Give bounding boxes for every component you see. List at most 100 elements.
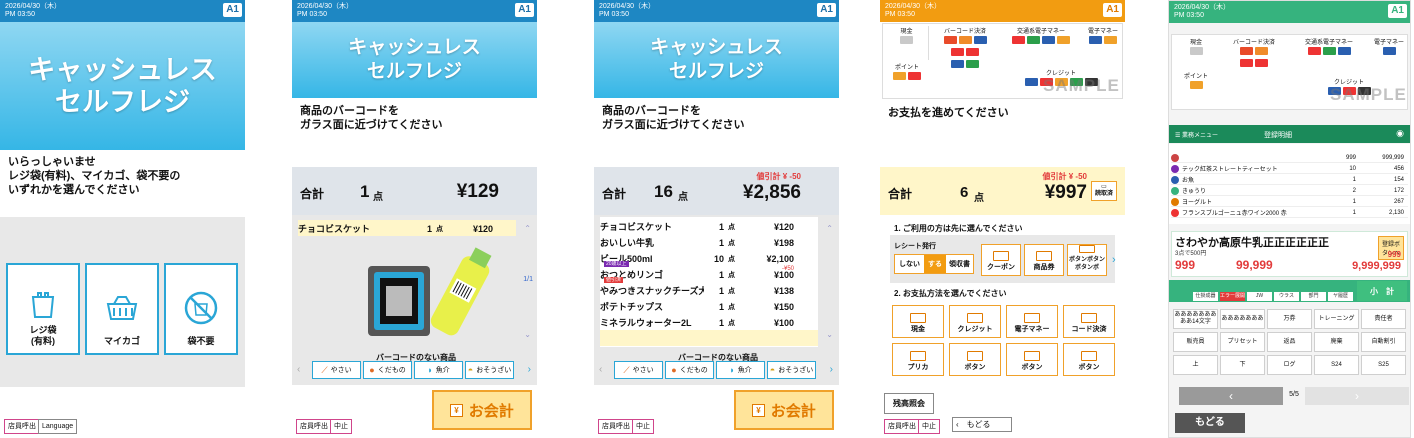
item-badge: 20歳以上 [604, 261, 629, 267]
function-key[interactable]: S25 [1361, 355, 1406, 375]
scan-instruction: 商品のバーコードを ガラス面に近づけてください [602, 105, 745, 131]
function-key[interactable]: 返品 [1267, 332, 1312, 352]
payment-method-button[interactable]: クレジット [949, 305, 1001, 338]
table-row[interactable]: テック紅茶ストレートティーセット 10 456 [1171, 164, 1408, 174]
category-vegetable[interactable]: ⟋ やさい [614, 361, 663, 379]
back-button[interactable]: もどる [1175, 413, 1245, 433]
payment-method-button[interactable]: コード決済 [1063, 305, 1115, 338]
logo-point: ポイント [885, 62, 929, 83]
staff-call-button[interactable]: 店員呼出 [884, 419, 920, 434]
function-key[interactable]: あああああああああ14文字 [1173, 309, 1218, 329]
cancel-button[interactable]: 中止 [330, 419, 352, 434]
table-row[interactable]: お魚 1 154 [1171, 175, 1408, 185]
category-deli[interactable]: ◓ おそうざい [465, 361, 514, 379]
function-tab[interactable]: ヤ履歴 [1328, 292, 1353, 301]
app-title: キャッシュレス セルフレジ [292, 22, 537, 98]
category-deli[interactable]: ◓ おそうざい [767, 361, 816, 379]
sum-d: 999 [1387, 250, 1401, 259]
table-row[interactable]: フランスブルゴーニュ赤ワイン2000 赤 1 2,130 [1171, 208, 1408, 218]
language-button[interactable]: Language [38, 419, 78, 434]
receipt-ryoshu[interactable]: 領収書 [946, 255, 973, 273]
receipt-no[interactable]: しない [895, 255, 924, 273]
row-icon [1171, 186, 1179, 195]
function-key[interactable]: 廃棄 [1314, 332, 1359, 352]
payment-method-icon [967, 351, 983, 361]
custom-button[interactable]: ボタンボタンボタンボ [1067, 244, 1107, 276]
function-key[interactable]: ログ [1267, 355, 1312, 375]
function-key[interactable]: 責任者 [1361, 309, 1406, 329]
staff-call-button[interactable]: 店員呼出 [598, 419, 634, 434]
payment-method-button[interactable]: プリカ [892, 343, 944, 376]
receipt-yes[interactable]: する [924, 255, 946, 273]
cat-next-icon[interactable]: › [830, 364, 833, 375]
payment-method-button[interactable]: ボタン [949, 343, 1001, 376]
register-header: ☰ 業務メニュー 登録明細 ◉ [1169, 125, 1410, 143]
balance-inquiry-button[interactable]: 残高照会 [884, 393, 934, 414]
no-bag-button[interactable]: 袋不要 [164, 263, 238, 355]
table-row[interactable]: ヨーグルト 1 267 [1171, 197, 1408, 207]
function-tab[interactable]: 部門 [1301, 292, 1326, 301]
function-key[interactable]: プリセット [1220, 332, 1265, 352]
scroll-down-icon[interactable]: ⌄ [826, 330, 833, 339]
total-label: 合計 [888, 187, 913, 201]
function-key[interactable]: S24 [1314, 355, 1359, 375]
back-arrow-icon: ‹ [956, 420, 959, 429]
checkout-button[interactable]: ¥ お会計 [734, 390, 834, 430]
function-key[interactable]: 万券 [1267, 309, 1312, 329]
page-next-button[interactable]: › [1305, 387, 1409, 405]
my-basket-button[interactable]: マイカゴ [85, 263, 159, 355]
function-tab[interactable]: ウラス [1274, 292, 1299, 301]
row-icon [1171, 153, 1179, 162]
staff-call-button[interactable]: 店員呼出 [296, 419, 332, 434]
cat-prev-icon[interactable]: ‹ [599, 364, 602, 375]
scroll-up-icon[interactable]: ⌃ [826, 224, 833, 233]
function-key[interactable]: 上 [1173, 355, 1218, 375]
receipt-toggle[interactable]: しない する 領収書 [894, 254, 974, 274]
function-tab[interactable]: エラー展開 [1220, 292, 1245, 301]
category-fruit[interactable]: ● くだもの [363, 361, 412, 379]
total-label: 合計 [602, 187, 627, 201]
table-row[interactable]: 999 999,999 [1171, 153, 1408, 163]
payment-method-button[interactable]: ボタン [1006, 343, 1058, 376]
plastic-bag-button[interactable]: レジ袋 (有料) [6, 263, 80, 355]
category-seafood[interactable]: ◗ 魚介 [716, 361, 765, 379]
function-key[interactable]: 販売員 [1173, 332, 1218, 352]
yen-icon: ¥ [752, 403, 765, 417]
cat-prev-icon[interactable]: ‹ [297, 364, 300, 375]
checkout-button[interactable]: ¥ お会計 [432, 390, 532, 430]
function-tab[interactable]: JW [1247, 292, 1272, 301]
subtotal-button[interactable]: 小 計 [1357, 281, 1407, 301]
payment-method-button[interactable]: 現金 [892, 305, 944, 338]
table-row[interactable]: きゅうり 2 172 [1171, 186, 1408, 196]
row-qty: 1 [1352, 176, 1356, 183]
total-bar: 合計 16 点 値引計 ¥ -50 ¥2,856 [594, 167, 839, 215]
voucher-button[interactable]: 商品券 [1024, 244, 1064, 276]
category-fruit[interactable]: ● くだもの [665, 361, 714, 379]
payment-method-button[interactable]: 電子マネー [1006, 305, 1058, 338]
item-price: ¥138 [773, 285, 794, 296]
function-key[interactable]: トレーニング [1314, 309, 1359, 329]
page-prev-button[interactable]: ‹ [1179, 387, 1283, 405]
category-vegetable[interactable]: ⟋ やさい [312, 361, 361, 379]
staff-call-button[interactable]: 店員呼出 [4, 419, 40, 434]
back-button[interactable]: ‹ もどる [952, 417, 1012, 432]
item-unit: 点 [728, 239, 735, 247]
function-key[interactable]: 自動割引 [1361, 332, 1406, 352]
scroll-up-icon[interactable]: ⌃ [524, 224, 531, 233]
function-tab[interactable]: 仕掛成器 [1193, 292, 1218, 301]
screen-welcome: 2026/04/30（木） PM 03:50 A1 キャッシュレス セルフレジ い… [0, 0, 245, 438]
sample-watermark: SAMPLE [1043, 76, 1120, 95]
cancel-button[interactable]: 中止 [918, 419, 940, 434]
payment-method-button[interactable]: ボタン [1063, 343, 1115, 376]
function-key[interactable]: あああああああ [1220, 309, 1265, 329]
row-qty: 10 [1349, 165, 1356, 172]
coupon-button[interactable]: クーポン [981, 244, 1021, 276]
menu-button[interactable]: ☰ 業務メニュー [1175, 130, 1218, 139]
function-key[interactable]: 下 [1220, 355, 1265, 375]
bag-icon [31, 292, 55, 318]
category-seafood[interactable]: ◗ 魚介 [414, 361, 463, 379]
next-icon[interactable]: › [1112, 254, 1116, 266]
cat-next-icon[interactable]: › [528, 364, 531, 375]
scroll-down-icon[interactable]: ⌄ [524, 330, 531, 339]
cancel-button[interactable]: 中止 [632, 419, 654, 434]
